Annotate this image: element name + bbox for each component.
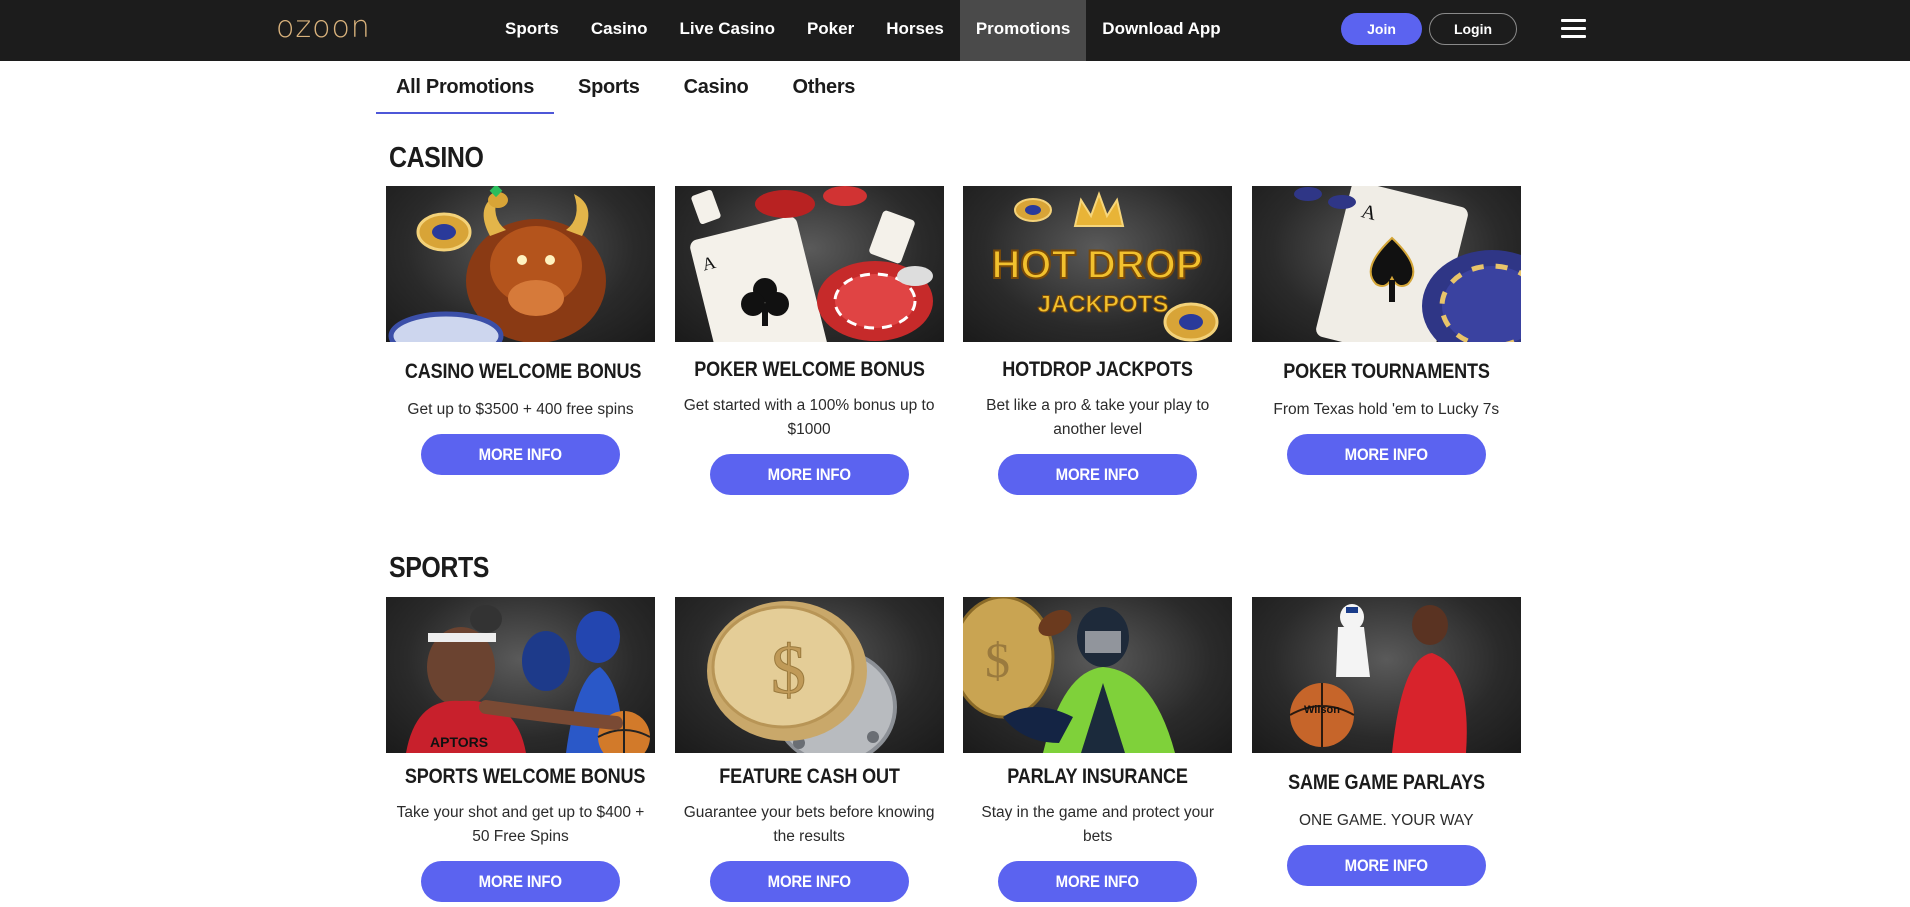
hot-drop-image-text: HOT DROP [992,243,1203,287]
more-info-button[interactable]: MORE INFO [421,861,620,902]
nav-item-sports[interactable]: Sports [489,0,575,61]
card-title: PARLAY INSURANCE [1007,765,1188,788]
card-title: POKER WELCOME BONUS [693,358,925,381]
tab-sports[interactable]: Sports [558,62,660,114]
section-title-casino: CASINO [389,142,484,174]
tab-others[interactable]: Others [772,62,875,114]
card-title: HOTDROP JACKPOTS [1002,358,1193,381]
sports-welcome-bonus-image[interactable]: APTORS [386,597,655,753]
promo-card: $ FEATURE CASH OUT Guarantee your bets b… [674,597,944,902]
parlay-insurance-image[interactable]: $ [963,597,1233,753]
more-info-button[interactable]: MORE INFO [421,434,620,475]
card-description: Guarantee your bets before knowing the r… [683,804,935,845]
more-info-label: MORE INFO [478,872,563,891]
card-title: CASINO WELCOME BONUS [404,360,642,383]
card-description: Stay in the game and protect your bets [981,804,1214,845]
nav-item-download-app[interactable]: Download App [1086,0,1236,61]
card-description: ONE GAME. YOUR WAY [1299,812,1474,829]
more-info-label: MORE INFO [1344,856,1428,875]
svg-text:$: $ [985,632,1010,688]
ozoon-logo[interactable]: ozoon [276,10,371,45]
card-description: Get started with a 100% bonus up to $100… [683,397,935,438]
more-info-button[interactable]: MORE INFO [998,454,1198,495]
more-info-button[interactable]: MORE INFO [1286,845,1486,886]
promo-card: A POKER TOURNAMENTS From Texas hold 'em … [1251,186,1521,495]
card-description: Take your shot and get up to $400 + 50 F… [396,804,645,845]
promotion-tabs: All Promotions Sports Casino Others [376,62,879,114]
card-title: FEATURE CASH OUT [718,765,900,788]
poker-welcome-bonus-image[interactable]: A [674,186,944,342]
nav-item-poker[interactable]: Poker [791,0,870,61]
nav-item-promotions[interactable]: Promotions [959,0,1087,61]
more-info-button[interactable]: MORE INFO [998,861,1198,902]
promo-card: $ PARLAY INSURANCE Stay in the game and … [963,597,1233,902]
casino-promo-cards: CASINO WELCOME BONUS Get up to $3500 + 4… [386,186,1540,495]
tab-all-promotions[interactable]: All Promotions [376,62,555,114]
card-description: From Texas hold 'em to Lucky 7s [1273,401,1500,418]
casino-welcome-bonus-image[interactable] [386,186,655,342]
promo-card: A POKER WELCOME BONUS Get started with a… [674,186,944,495]
svg-text:APTORS: APTORS [430,734,488,750]
svg-text:$: $ [771,632,806,709]
same-game-parlays-image[interactable]: Wilson [1251,597,1521,753]
jackpots-image-text: JACKPOTS [1038,291,1169,318]
more-info-button[interactable]: MORE INFO [709,861,909,902]
section-title-sports: SPORTS [389,552,489,584]
more-info-button[interactable]: MORE INFO [709,454,909,495]
top-navbar: ozoon Sports Casino Live Casino Poker Ho… [0,0,1910,61]
promo-card: CASINO WELCOME BONUS Get up to $3500 + 4… [386,186,655,495]
join-button[interactable]: Join [1341,13,1422,45]
svg-text:Wilson: Wilson [1304,704,1340,716]
more-info-button[interactable]: MORE INFO [1286,434,1486,475]
more-info-label: MORE INFO [767,872,851,891]
tab-casino[interactable]: Casino [664,62,769,114]
more-info-label: MORE INFO [1056,465,1140,484]
poker-tournaments-image[interactable]: A [1251,186,1521,342]
more-info-label: MORE INFO [1056,872,1140,891]
sports-promo-cards: APTORS SPORTS WELCOME BONUS Take your sh… [386,597,1540,902]
promo-card: HOT DROP JACKPOTS HOTDROP JACKPOTS Bet l… [963,186,1233,495]
nav-item-casino[interactable]: Casino [575,0,664,61]
login-button[interactable]: Login [1429,13,1517,45]
nav-item-live-casino[interactable]: Live Casino [664,0,791,61]
card-title: POKER TOURNAMENTS [1283,360,1490,383]
promo-card: APTORS SPORTS WELCOME BONUS Take your sh… [386,597,655,902]
feature-cash-out-image[interactable]: $ [674,597,944,753]
hamburger-menu-icon[interactable] [1561,19,1586,39]
hotdrop-jackpots-image[interactable]: HOT DROP JACKPOTS [963,186,1233,342]
main-nav: Sports Casino Live Casino Poker Horses P… [489,0,1237,61]
card-title: SPORTS WELCOME BONUS [404,765,646,788]
card-description: Get up to $3500 + 400 free spins [407,401,634,418]
card-description: Bet like a pro & take your play to anoth… [986,397,1210,438]
card-title: SAME GAME PARLAYS [1287,771,1485,794]
more-info-label: MORE INFO [478,445,563,464]
more-info-label: MORE INFO [1344,445,1428,464]
nav-item-horses[interactable]: Horses [870,0,960,61]
more-info-label: MORE INFO [767,465,851,484]
promo-card: Wilson SAME GAME PARLAYS ONE GAME. YOUR … [1251,597,1521,902]
